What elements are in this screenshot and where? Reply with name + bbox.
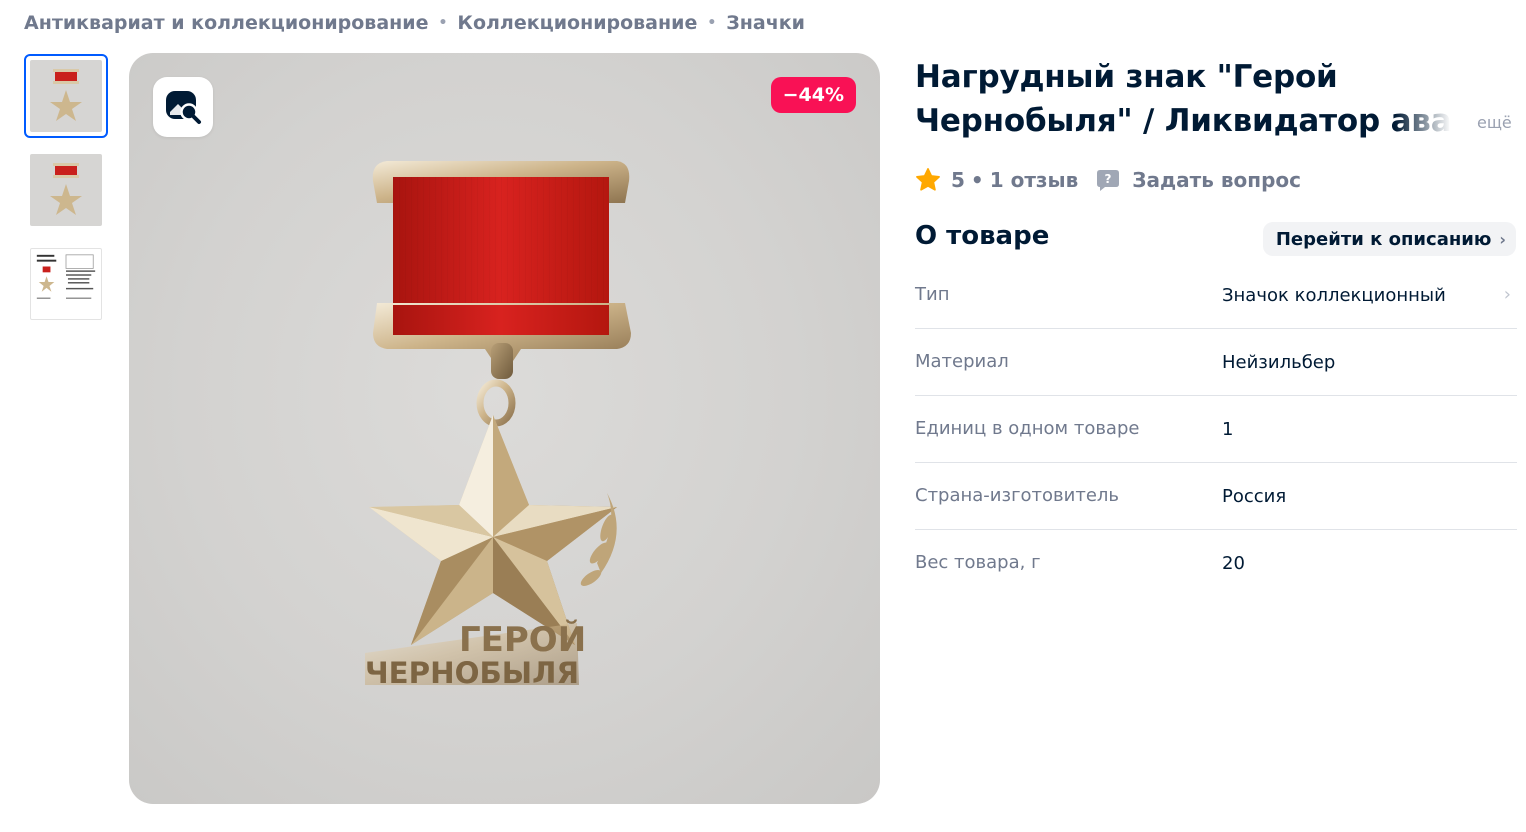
- rating-value[interactable]: 5: [951, 168, 965, 192]
- rating-separator: •: [970, 168, 984, 192]
- property-value: 1: [1222, 418, 1234, 440]
- thumbnail-image: [30, 154, 102, 226]
- thumbnail-3[interactable]: [24, 242, 108, 326]
- breadcrumb-item-collecting[interactable]: Коллекционирование: [457, 12, 697, 34]
- breadcrumb-item-badges[interactable]: Значки: [726, 12, 805, 34]
- property-row: Тип Значок коллекционный ›: [915, 262, 1517, 329]
- thumbnail-document-image: [30, 248, 102, 320]
- product-title: Нагрудный знак "Герой Чернобыля" / Ликви…: [915, 59, 1452, 139]
- medal-inscription-line1: ГЕРОЙ: [459, 619, 586, 660]
- property-value: 20: [1222, 553, 1245, 574]
- product-properties: Тип Значок коллекционный › Материал Нейз…: [915, 262, 1517, 597]
- chevron-right-icon[interactable]: ›: [1504, 284, 1511, 305]
- property-label: Страна-изготовитель: [915, 484, 1120, 506]
- property-value[interactable]: Значок коллекционный: [1222, 285, 1446, 306]
- property-value: Россия: [1222, 485, 1287, 507]
- breadcrumb: Антиквариат и коллекционирование • Колле…: [24, 8, 805, 38]
- title-fade-overlay: [1395, 99, 1475, 143]
- property-label: Тип: [915, 283, 950, 305]
- image-search-button[interactable]: [153, 77, 213, 137]
- thumbnail-2[interactable]: [24, 148, 108, 232]
- breadcrumb-separator: •: [438, 15, 448, 31]
- thumbnail-list: [24, 54, 108, 336]
- property-row: Страна-изготовитель Россия: [915, 463, 1517, 530]
- property-label: Единиц в одном товаре: [915, 417, 1140, 439]
- property-row: Единиц в одном товаре 1: [915, 396, 1517, 463]
- chat-question-icon: ?: [1097, 170, 1120, 191]
- reviews-link[interactable]: 1 отзыв: [990, 168, 1079, 192]
- property-label: Вес товара, г: [915, 552, 1041, 573]
- breadcrumb-item-antiques[interactable]: Антиквариат и коллекционирование: [24, 12, 428, 34]
- medal-star: [369, 415, 617, 645]
- thumbnail-image: [30, 60, 102, 132]
- product-image-gallery[interactable]: ГЕРОЙ ЧЕРНОБЫЛЯ −44%: [129, 53, 880, 804]
- image-search-icon: [166, 91, 201, 124]
- medal-inscription-line2: ЧЕРНОБЫЛЯ: [365, 656, 579, 690]
- svg-text:?: ?: [1105, 172, 1112, 186]
- goto-description-label: Перейти к описанию: [1275, 228, 1492, 250]
- goto-description-button[interactable]: Перейти к описанию ›: [1262, 222, 1516, 256]
- product-photo: ГЕРОЙ ЧЕРНОБЫЛЯ: [365, 161, 631, 690]
- property-row: Материал Нейзильбер: [915, 329, 1517, 396]
- discount-badge: −44%: [770, 77, 856, 113]
- property-label: Материал: [915, 350, 1009, 372]
- star-icon: [915, 167, 941, 193]
- ask-question-label: Задать вопрос: [1132, 168, 1301, 192]
- thumbnail-1[interactable]: [24, 54, 108, 138]
- chevron-right-icon: ›: [1499, 229, 1506, 249]
- breadcrumb-separator: •: [707, 15, 717, 31]
- about-section-title: О товаре: [915, 221, 1050, 251]
- rating-row: 5 • 1 отзыв ? Задать вопрос: [915, 164, 1301, 196]
- title-more-link[interactable]: ещё: [1477, 113, 1512, 132]
- property-value: Нейзильбер: [1222, 351, 1336, 373]
- ask-question-button[interactable]: ? Задать вопрос: [1096, 168, 1301, 192]
- property-row: Вес товара, г 20: [915, 530, 1517, 597]
